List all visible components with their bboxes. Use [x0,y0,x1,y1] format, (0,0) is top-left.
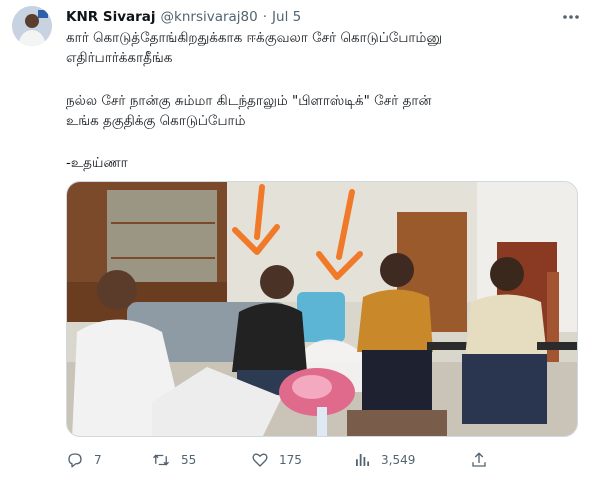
share-button[interactable] [470,448,488,472]
tweet-text-line-4: உங்க தகுதிக்கு கொடுப்போம் [66,113,246,129]
share-icon [472,452,486,467]
tweet-text-line-5: -உதய்ணா [66,155,128,171]
reply-icon [68,453,82,468]
tweet-text-line-1: கார் கொடுத்தோங்கிறதுக்காக ஈக்குவலா சேர் … [66,30,442,46]
retweet-icon [153,454,169,466]
tweet-text-line-2: எதிர்பார்க்காதீங்க [66,50,173,66]
reply-button[interactable]: 7 [66,448,102,472]
like-button[interactable]: 175 [251,448,302,472]
tweet-text-line-3: நல்ல சேர் நான்கு சும்மா கிடந்தாலும் "பிள… [66,93,432,109]
author-handle[interactable]: @knrsivaraj80 [161,9,258,25]
like-count: 175 [279,453,302,467]
author-display-name[interactable]: KNR Sivaraj [66,9,156,25]
tweet-media-photo[interactable] [66,181,578,437]
more-options-icon[interactable] [560,8,582,26]
views-icon [356,454,370,466]
heart-icon [252,453,268,467]
retweet-button[interactable]: 55 [151,448,196,472]
avatar[interactable] [12,6,52,46]
photo-illustration [67,182,577,436]
tweet-header: KNR Sivaraj @knrsivaraj80 · Jul 5 [66,7,301,27]
views-count: 3,549 [381,453,416,467]
tweet-actions: 7 55 175 3,549 [0,448,593,472]
views-button[interactable]: 3,549 [353,448,415,472]
retweet-count: 55 [181,453,197,467]
tweet[interactable]: KNR Sivaraj @knrsivaraj80 · Jul 5 கார் க… [0,0,593,477]
reply-count: 7 [94,453,102,467]
tweet-date[interactable]: Jul 5 [272,9,301,25]
meta-separator: · [262,9,268,25]
